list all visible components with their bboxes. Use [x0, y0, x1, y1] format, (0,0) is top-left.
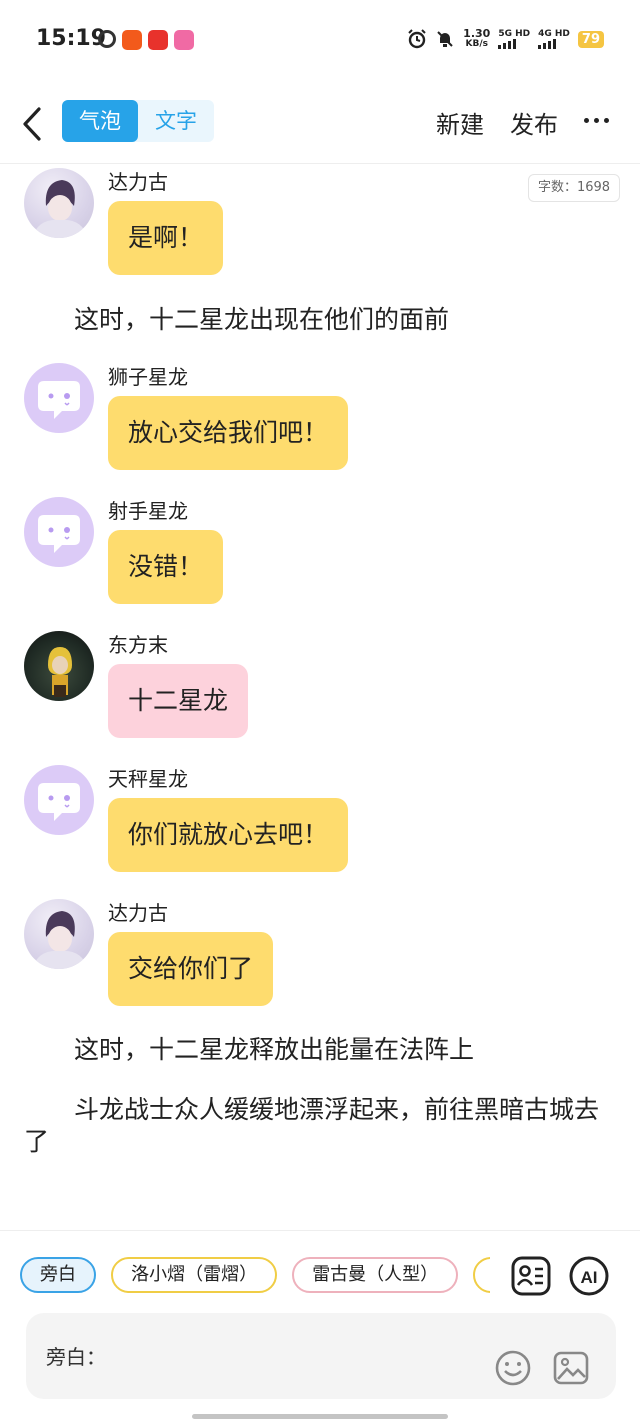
- tab-bubble[interactable]: 气泡: [62, 100, 138, 142]
- status-right: 1.30 KB/s 5G HD 4G HD 79: [407, 28, 604, 50]
- mute-bell-icon: [437, 31, 453, 47]
- narration-text[interactable]: 斗龙战士众人缓缓地漂浮起来，前往黑暗古城去了: [24, 1094, 616, 1158]
- signal-bars-icon: [538, 39, 570, 49]
- photo-avatar: [24, 899, 94, 969]
- image-icon[interactable]: [552, 1349, 590, 1387]
- speaker-name: 天秤星龙: [108, 767, 188, 791]
- message-bubble[interactable]: 是啊！: [108, 201, 224, 275]
- sync-icon: [98, 30, 116, 48]
- character-card-icon[interactable]: [510, 1255, 552, 1297]
- sim2-label: 4G HD: [538, 29, 570, 39]
- publish-button[interactable]: 发布: [510, 105, 558, 140]
- back-arrow-icon[interactable]: [20, 106, 44, 142]
- emoji-icon[interactable]: [494, 1349, 532, 1387]
- composer-panel: 旁白 洛小熠（雷熠） 雷古曼（人型） AI 旁白：: [0, 1230, 640, 1422]
- character-portrait-icon: [48, 647, 72, 697]
- chat-bubble-avatar: [24, 497, 94, 567]
- mode-switch: 气泡 文字: [62, 100, 214, 142]
- signal-sim2: 4G HD: [538, 29, 570, 49]
- speaker-name: 东方末: [108, 633, 168, 657]
- gift-app-icon: [148, 30, 168, 50]
- more-icon[interactable]: [584, 118, 609, 123]
- pink-app-icon: [174, 30, 194, 50]
- screen: 15:19 1.30 KB/s 5G HD 4G HD 79 气泡 文字 新建 …: [0, 0, 640, 1422]
- notification-icons: [98, 30, 194, 50]
- chat-bubble-icon: [38, 381, 80, 419]
- character-chip[interactable]: 洛小熠（雷熠）: [111, 1257, 278, 1293]
- net-speed: 1.30 KB/s: [463, 28, 490, 50]
- status-bar: 15:19 1.30 KB/s 5G HD 4G HD 79: [0, 0, 640, 80]
- sim1-label: 5G HD: [498, 29, 531, 39]
- chat-bubble-icon: [38, 515, 80, 553]
- character-portrait-icon: [32, 180, 88, 238]
- word-count-badge: 字数：1698: [528, 174, 620, 202]
- speaker-name: 狮子星龙: [108, 365, 188, 389]
- photo-avatar: [24, 168, 94, 238]
- character-selector: 旁白 洛小熠（雷熠） 雷古曼（人型）: [20, 1257, 490, 1295]
- chat-bubble-avatar: [24, 765, 94, 835]
- home-indicator[interactable]: [192, 1414, 448, 1419]
- ai-icon[interactable]: AI: [568, 1255, 610, 1297]
- new-button[interactable]: 新建: [436, 105, 484, 140]
- status-time: 15:19: [36, 26, 107, 51]
- net-speed-unit: KB/s: [465, 39, 488, 49]
- taobao-icon: [122, 30, 142, 50]
- character-chip-narrator[interactable]: 旁白: [20, 1257, 96, 1293]
- signal-bars-icon: [498, 39, 530, 49]
- message-bubble[interactable]: 你们就放心去吧！: [108, 798, 349, 872]
- message-bubble[interactable]: 没错！: [108, 530, 224, 604]
- input-speaker-label: 旁白：: [46, 1345, 106, 1369]
- message-input[interactable]: 旁白：: [26, 1313, 616, 1399]
- photo-avatar: [24, 631, 94, 701]
- message-bubble[interactable]: 十二星龙: [108, 664, 249, 738]
- top-bar: 气泡 文字 新建 发布: [0, 88, 640, 164]
- narration-text[interactable]: 这时，十二星龙出现在他们的面前: [24, 304, 616, 336]
- speaker-name: 达力古: [108, 901, 168, 925]
- chat-bubble-icon: [38, 783, 80, 821]
- speaker-name: 达力古: [108, 170, 168, 194]
- message-bubble[interactable]: 放心交给我们吧！: [108, 396, 349, 470]
- net-speed-value: 1.30: [463, 27, 491, 40]
- alarm-icon: [408, 29, 426, 49]
- svg-text:AI: AI: [581, 1268, 598, 1287]
- battery-icon: 79: [577, 30, 604, 48]
- character-chip[interactable]: 雷古曼（人型）: [292, 1257, 459, 1293]
- speaker-name: 射手星龙: [108, 499, 188, 523]
- tab-text[interactable]: 文字: [138, 100, 214, 142]
- narration-text[interactable]: 这时，十二星龙释放出能量在法阵上: [24, 1034, 616, 1066]
- character-chip-partial[interactable]: [473, 1257, 490, 1293]
- character-portrait-icon: [32, 911, 88, 969]
- signal-sim1: 5G HD: [498, 29, 530, 49]
- message-bubble[interactable]: 交给你们了: [108, 932, 274, 1006]
- chat-bubble-avatar: [24, 363, 94, 433]
